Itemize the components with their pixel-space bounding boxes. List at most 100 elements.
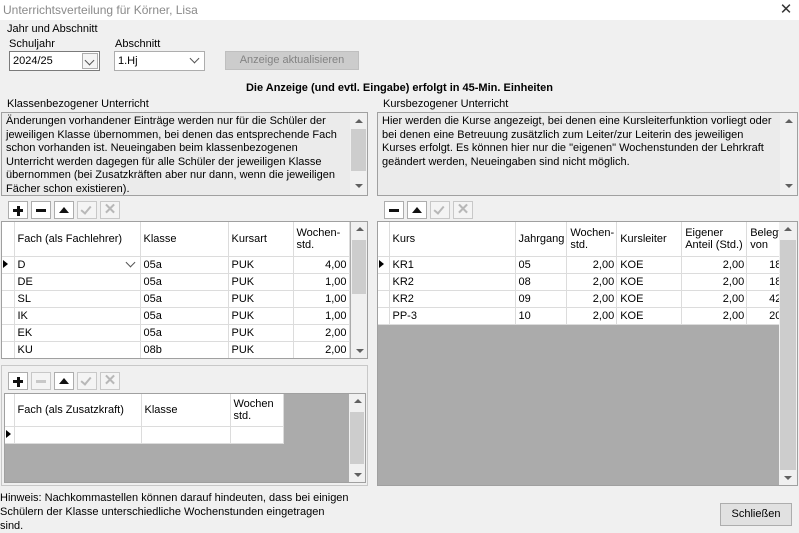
cell-kurs[interactable]: KR2 [389, 290, 516, 308]
cell-kursleiter[interactable]: KOE [616, 273, 683, 291]
col-eigener-anteil[interactable]: Eigener Anteil (Std.) [681, 222, 748, 257]
col-kursart[interactable]: Kursart [228, 222, 294, 257]
delete-zusatz-button[interactable] [31, 372, 51, 390]
cell-fach[interactable]: KU [14, 341, 141, 358]
cancel-klasse-button[interactable]: ✕ [100, 201, 120, 219]
delete-klasse-button[interactable] [31, 201, 51, 219]
cell-kursart[interactable]: PUK [228, 256, 294, 274]
scroll-down-icon[interactable] [355, 184, 363, 188]
cell-klasse[interactable]: 05a [140, 290, 229, 308]
col-klasse-zusatz[interactable]: Klasse [141, 394, 231, 427]
abschnitt-select[interactable]: 1.Hj [114, 51, 205, 71]
zusatz-grid-scrollbar[interactable] [349, 394, 365, 482]
klassen-grid[interactable]: Fach (als Fachlehrer) Klasse Kursart Woc… [1, 221, 368, 359]
col-kurs[interactable]: Kurs [389, 222, 516, 257]
scroll-up-icon[interactable] [356, 227, 364, 231]
scroll-up-icon[interactable] [354, 399, 362, 403]
scroll-thumb[interactable] [352, 240, 366, 294]
cell-eigener-anteil[interactable]: 2,00 [681, 256, 748, 274]
table-row[interactable]: KR1 05 2,00 KOE 2,00 18 [378, 256, 785, 274]
cell-wochenstd[interactable]: 2,00 [293, 341, 350, 358]
scroll-thumb[interactable] [351, 129, 366, 171]
table-row[interactable]: DE 05a PUK 1,00 [2, 273, 350, 291]
cell-fach[interactable]: SL [14, 290, 141, 308]
zusatz-cell-empty[interactable] [230, 426, 284, 444]
cell-kurs[interactable]: PP-3 [389, 307, 516, 325]
col-wochenstd[interactable]: Wochen-std. [293, 222, 350, 257]
cell-kursart[interactable]: PUK [228, 324, 294, 342]
cell-fach[interactable]: EK [14, 324, 141, 342]
cell-kursart[interactable]: PUK [228, 290, 294, 308]
table-row[interactable]: IK 05a PUK 1,00 [2, 307, 350, 325]
zusatz-cell-empty[interactable] [141, 426, 231, 444]
klassen-info-scrollbar[interactable] [350, 113, 367, 195]
klassen-grid-scrollbar[interactable] [351, 222, 367, 358]
cell-fach[interactable]: IK [14, 307, 141, 325]
confirm-kurs-button[interactable] [430, 201, 450, 219]
add-zusatz-button[interactable] [8, 372, 28, 390]
cell-klasse[interactable]: 05a [140, 324, 229, 342]
cell-klasse[interactable]: 05a [140, 273, 229, 291]
table-row[interactable]: SL 05a PUK 1,00 [2, 290, 350, 308]
move-up-klasse-button[interactable] [54, 201, 74, 219]
schuljahr-dropdown-button[interactable] [82, 53, 98, 69]
cell-eigener-anteil[interactable]: 2,00 [681, 273, 748, 291]
scroll-down-icon[interactable] [785, 184, 793, 188]
cell-jahrgang[interactable]: 10 [515, 307, 568, 325]
cell-wochenstd[interactable]: 1,00 [293, 307, 350, 325]
cell-wochenstd[interactable]: 2,00 [293, 324, 350, 342]
cell-eigener-anteil[interactable]: 2,00 [681, 290, 748, 308]
kurse-info-scrollbar[interactable] [780, 113, 797, 195]
scroll-thumb[interactable] [350, 412, 364, 464]
cell-wochenstd[interactable]: 2,00 [566, 273, 618, 291]
col-fach-zusatz[interactable]: Fach (als Zusatzkraft) [14, 394, 142, 427]
col-klasse[interactable]: Klasse [140, 222, 229, 257]
delete-kurs-button[interactable] [384, 201, 404, 219]
refresh-button[interactable]: Anzeige aktualisieren [225, 51, 359, 70]
cell-kursleiter[interactable]: KOE [616, 290, 683, 308]
cell-wochenstd[interactable]: 1,00 [293, 273, 350, 291]
cancel-kurs-button[interactable]: ✕ [453, 201, 473, 219]
cell-jahrgang[interactable]: 08 [515, 273, 568, 291]
cell-jahrgang[interactable]: 09 [515, 290, 568, 308]
confirm-klasse-button[interactable] [77, 201, 97, 219]
cell-kursart[interactable]: PUK [228, 307, 294, 325]
cancel-zusatz-button[interactable]: ✕ [100, 372, 120, 390]
zusatz-grid[interactable]: Fach (als Zusatzkraft) Klasse Wochen std… [4, 393, 366, 483]
cell-wochenstd[interactable]: 1,00 [293, 290, 350, 308]
chevron-down-icon[interactable] [125, 257, 135, 267]
scroll-down-icon[interactable] [354, 473, 362, 477]
add-klasse-button[interactable] [8, 201, 28, 219]
move-up-kurs-button[interactable] [407, 201, 427, 219]
scroll-up-icon[interactable] [355, 119, 363, 123]
table-row[interactable]: KR2 08 2,00 KOE 2,00 18 [378, 273, 785, 291]
cell-wochenstd[interactable]: 2,00 [566, 307, 618, 325]
scroll-up-icon[interactable] [784, 227, 792, 231]
cell-klasse[interactable]: 05a [140, 307, 229, 325]
confirm-zusatz-button[interactable] [77, 372, 97, 390]
cell-kursart[interactable]: PUK [228, 341, 294, 358]
scroll-down-icon[interactable] [356, 349, 364, 353]
cell-eigener-anteil[interactable]: 2,00 [681, 307, 748, 325]
table-row[interactable]: EK 05a PUK 2,00 [2, 324, 350, 342]
cell-wochenstd[interactable]: 2,00 [566, 290, 618, 308]
col-kursleiter[interactable]: Kursleiter [616, 222, 683, 257]
zusatz-cell-empty[interactable] [14, 426, 142, 444]
cell-fach[interactable]: DE [14, 273, 141, 291]
cell-kursart[interactable]: PUK [228, 273, 294, 291]
col-wochenstd-zusatz[interactable]: Wochen std. [230, 394, 284, 427]
scroll-down-icon[interactable] [784, 476, 792, 480]
table-row[interactable]: KU 08b PUK 2,00 [2, 341, 350, 358]
cell-wochenstd[interactable]: 2,00 [566, 256, 618, 274]
cell-kursleiter[interactable]: KOE [616, 307, 683, 325]
table-row[interactable]: KR2 09 2,00 KOE 2,00 42 [378, 290, 785, 308]
scroll-thumb[interactable] [780, 240, 796, 470]
cell-kurs[interactable]: KR2 [389, 273, 516, 291]
col-wochenstd-kurs[interactable]: Wochen-std. [566, 222, 618, 257]
close-button[interactable]: Schließen [720, 503, 792, 526]
schuljahr-select[interactable]: 2024/25 [9, 51, 100, 71]
table-row[interactable]: PP-3 10 2,00 KOE 2,00 20 [378, 307, 785, 325]
table-row[interactable]: D 05a PUK 4,00 [2, 256, 350, 274]
cell-klasse[interactable]: 05a [140, 256, 229, 274]
cell-kurs[interactable]: KR1 [389, 256, 516, 274]
